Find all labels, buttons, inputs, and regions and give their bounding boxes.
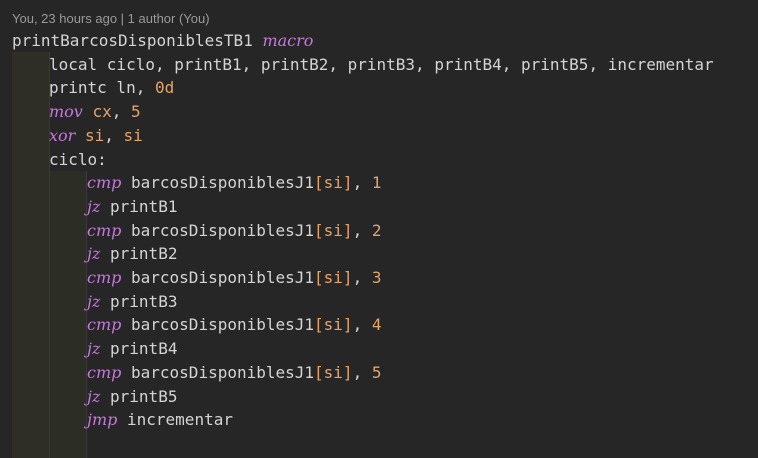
code-keyword: cmp: [87, 315, 122, 335]
code-register: [si]: [314, 173, 353, 193]
code-text: printB5: [100, 386, 178, 406]
code-register: [si]: [314, 362, 353, 382]
code-text: local ciclo, printB1, printB2, printB3, …: [49, 54, 714, 74]
code-register: [si]: [314, 220, 353, 240]
code-text: barcosDisponiblesJ1: [121, 315, 315, 335]
code-text: ,: [352, 315, 372, 335]
code-keyword: cmp: [87, 173, 122, 193]
code-number: 2: [371, 220, 382, 240]
code-keyword: macro: [262, 31, 314, 50]
code-text: printB4: [100, 339, 178, 359]
code-keyword: jz: [87, 386, 101, 406]
code-line[interactable]: xor si, si: [49, 124, 143, 148]
code-register: [si]: [314, 315, 353, 335]
code-keyword: jz: [87, 196, 101, 216]
code-line[interactable]: mov cx, 5: [49, 100, 141, 124]
code-keyword: mov: [49, 102, 83, 122]
code-line[interactable]: jz printB4: [87, 337, 177, 361]
indent-guide-level-1: [12, 52, 49, 458]
code-line[interactable]: cmp barcosDisponiblesJ1[si], 2: [87, 219, 381, 243]
code-line[interactable]: cmp barcosDisponiblesJ1[si], 5: [87, 361, 381, 385]
code-number: 4: [371, 315, 382, 335]
code-line[interactable]: cmp barcosDisponiblesJ1[si], 1: [87, 171, 381, 195]
code-number: 0d: [154, 78, 175, 98]
code-line[interactable]: local ciclo, printB1, printB2, printB3, …: [49, 53, 714, 77]
code-line[interactable]: printBarcosDisponiblesTB1 macro: [12, 29, 313, 53]
code-number: 5: [131, 102, 141, 122]
code-text: ,: [352, 362, 372, 382]
git-blame-codelens[interactable]: You, 23 hours ago | 1 author (You): [12, 10, 210, 28]
code-text: ,: [352, 220, 372, 240]
code-line[interactable]: jz printB2: [87, 242, 177, 266]
code-text: incrementar: [117, 410, 233, 430]
code-register: si: [123, 125, 143, 145]
code-text: printB3: [100, 291, 178, 311]
code-register: [si]: [314, 268, 353, 287]
code-line[interactable]: jz printB3: [87, 290, 177, 314]
code-text: ,: [352, 268, 372, 287]
code-text: barcosDisponiblesJ1: [121, 220, 315, 240]
code-keyword: jmp: [87, 410, 118, 430]
code-line[interactable]: jmp incrementar: [87, 408, 233, 432]
code-text: ,: [352, 173, 372, 193]
code-line[interactable]: printc ln, 0d: [49, 76, 174, 100]
code-line[interactable]: jz printB1: [87, 195, 177, 219]
code-text: barcosDisponiblesJ1: [121, 362, 315, 382]
indent-guide-level-2: [49, 171, 86, 458]
code-keyword: cmp: [87, 362, 122, 382]
code-register: cx: [92, 102, 112, 122]
code-line[interactable]: ciclo:: [49, 148, 107, 172]
code-number: 5: [371, 362, 382, 382]
code-text: ciclo:: [49, 149, 107, 169]
code-text: barcosDisponiblesJ1: [121, 268, 315, 287]
code-keyword: jz: [87, 244, 101, 264]
code-editor[interactable]: You, 23 hours ago | 1 author (You) print…: [0, 0, 758, 458]
code-number: 1: [371, 173, 382, 193]
code-keyword: jz: [87, 339, 101, 359]
code-line[interactable]: cmp barcosDisponiblesJ1[si], 4: [87, 313, 381, 337]
code-text: printB2: [100, 244, 178, 264]
code-keyword: cmp: [87, 220, 122, 240]
code-text: printc ln,: [49, 78, 155, 98]
code-text: ,: [111, 102, 132, 122]
code-keyword: cmp: [87, 268, 122, 287]
code-number: 3: [371, 268, 382, 287]
code-line[interactable]: jz printB5: [87, 385, 177, 409]
code-text: printB1: [100, 196, 178, 216]
code-line[interactable]: cmp barcosDisponiblesJ1[si], 3: [87, 266, 381, 290]
code-keyword: xor: [49, 125, 76, 145]
code-register: si: [84, 125, 105, 145]
code-text: ,: [104, 125, 124, 145]
code-text: barcosDisponiblesJ1: [121, 173, 315, 193]
code-keyword: jz: [87, 291, 101, 311]
code-text: printBarcosDisponiblesTB1: [12, 31, 263, 50]
